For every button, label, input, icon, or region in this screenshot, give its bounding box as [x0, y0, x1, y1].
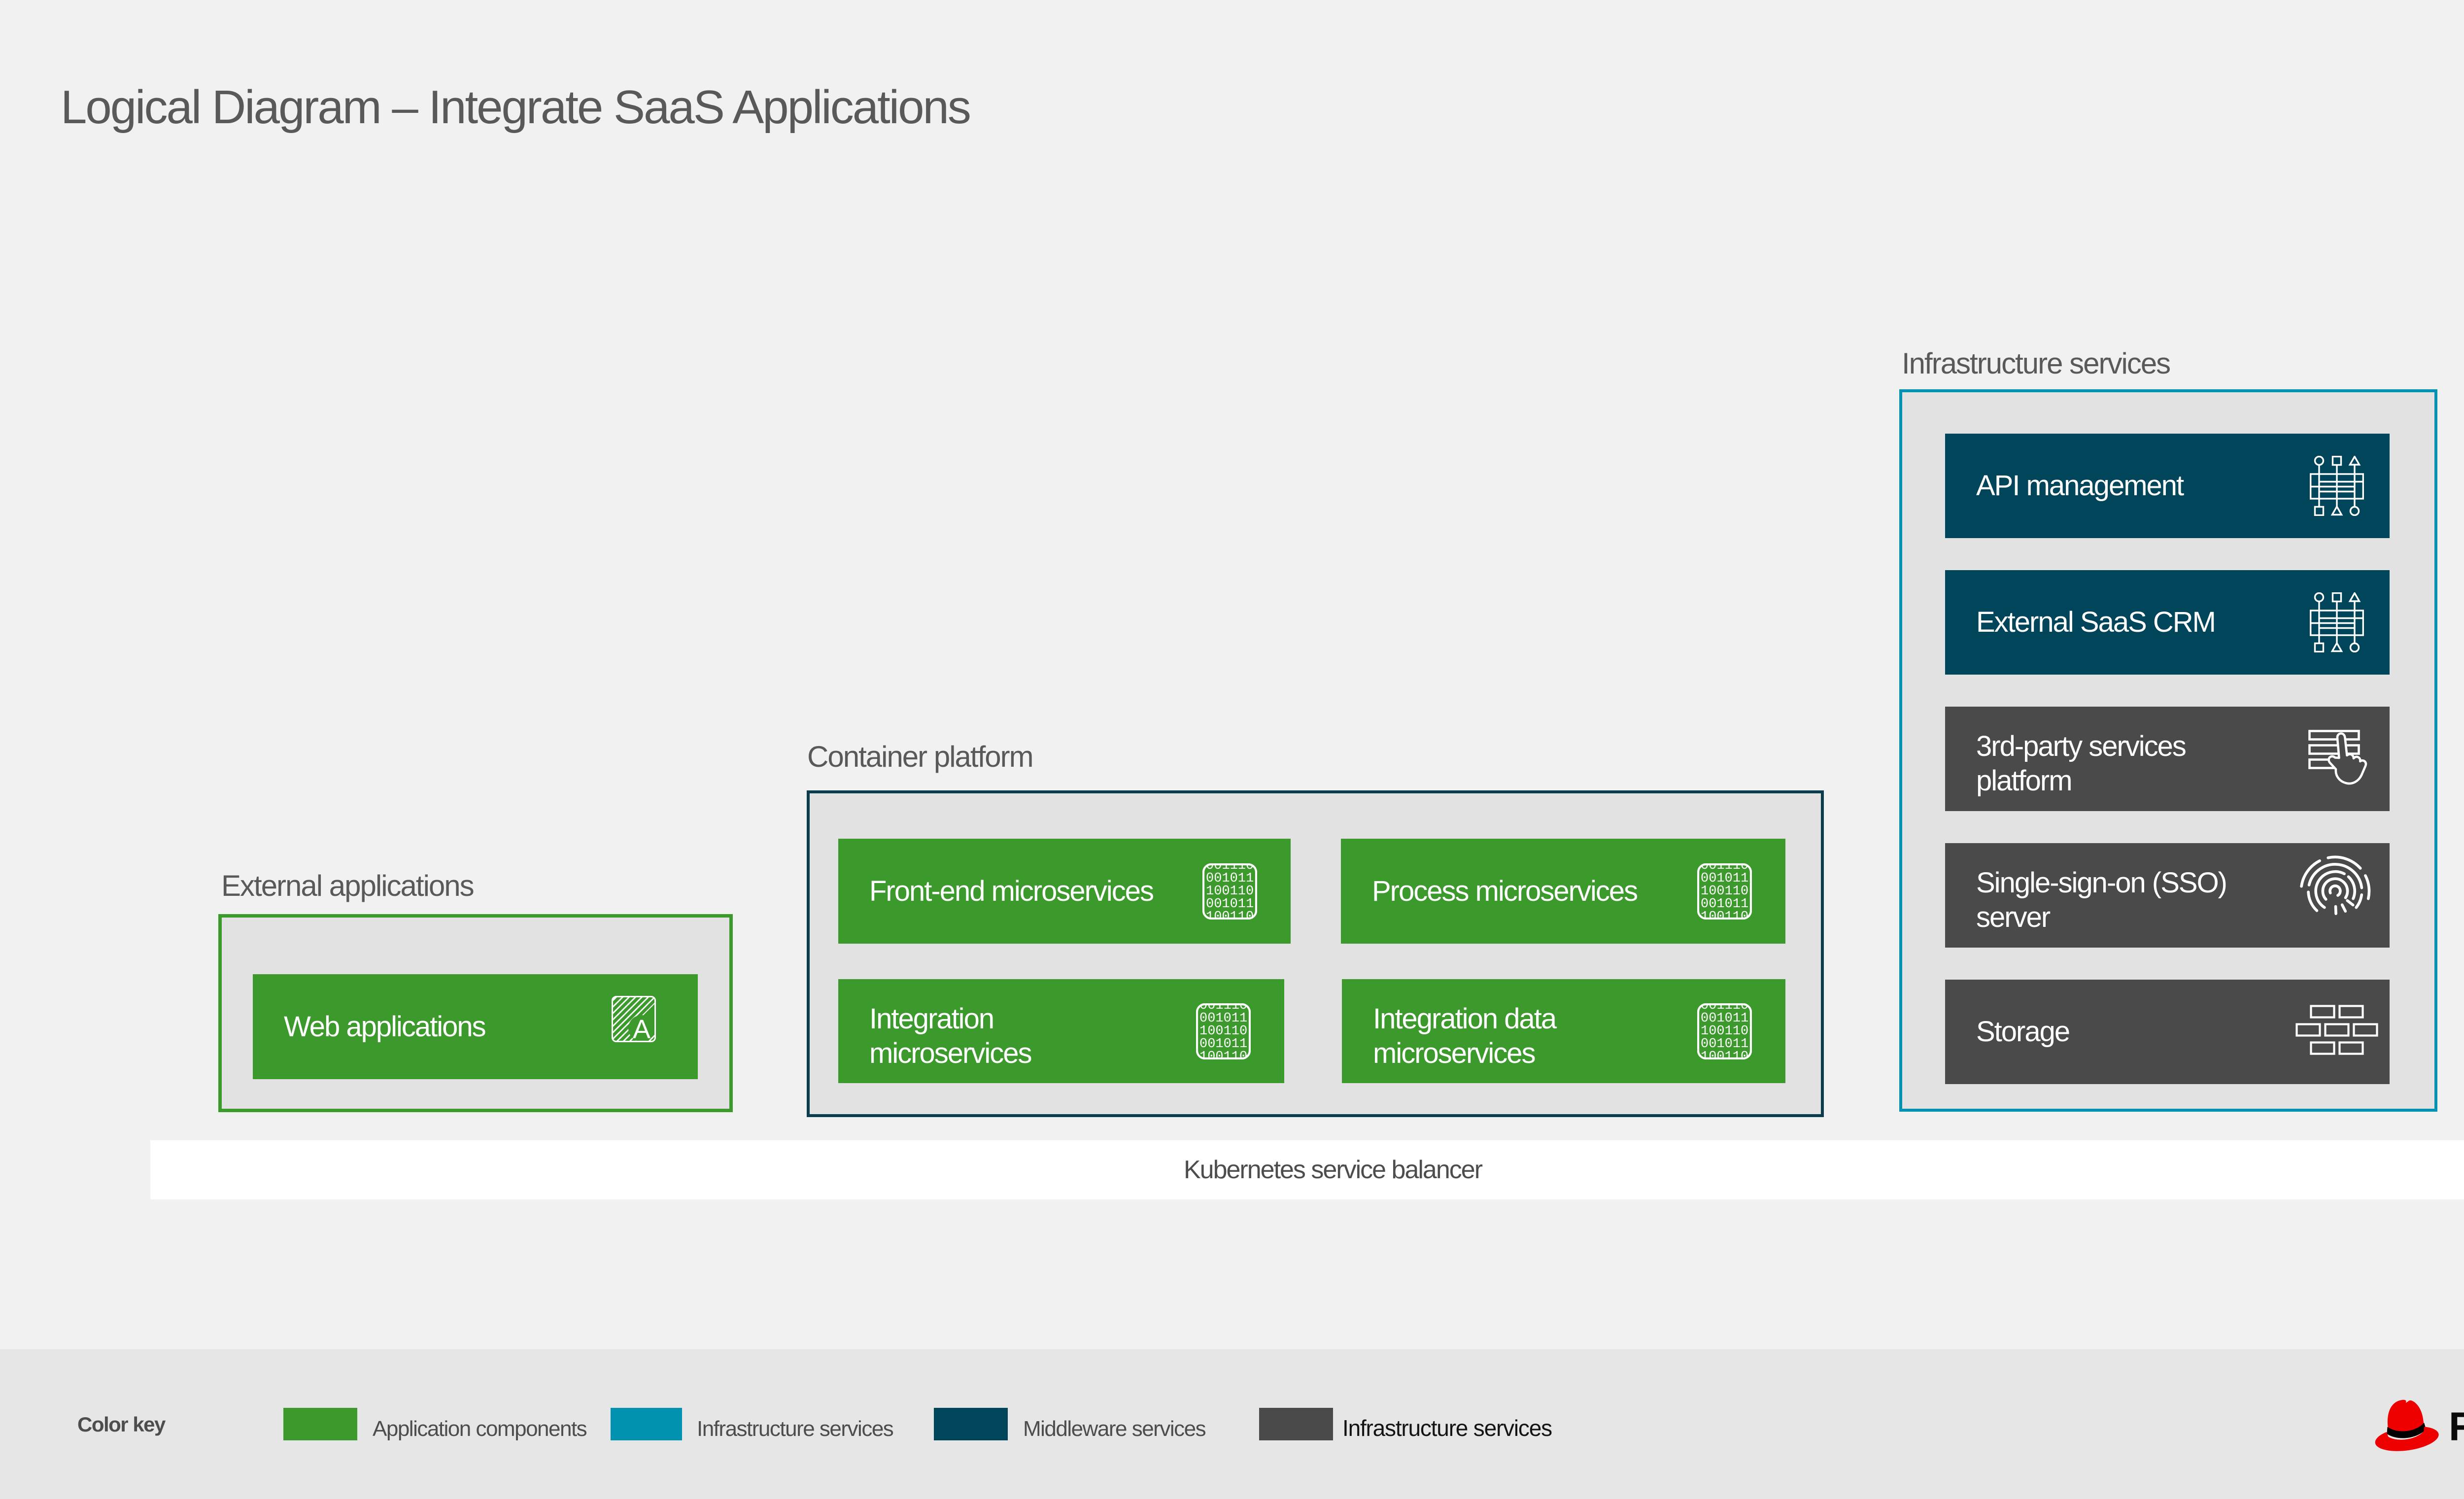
svg-text:A: A	[633, 1015, 650, 1042]
